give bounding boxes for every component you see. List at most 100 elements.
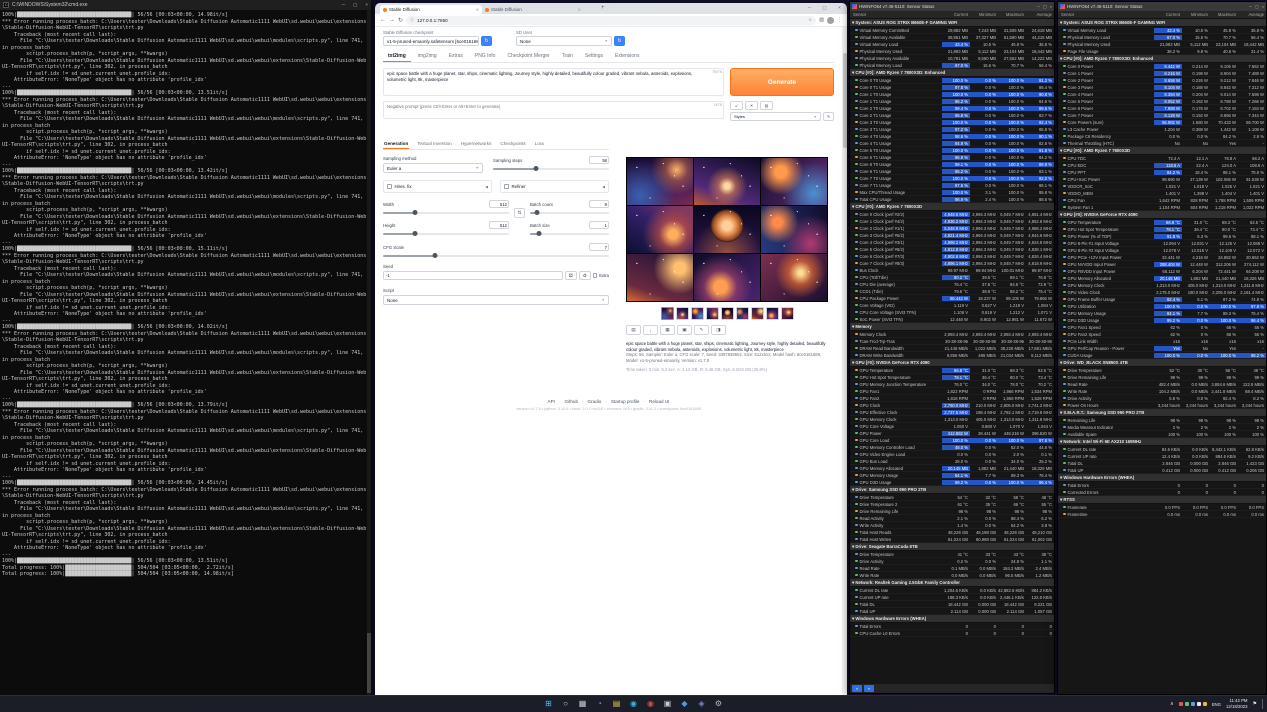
sensor-row[interactable]: Total Errors 0 0 0 0 bbox=[850, 623, 1054, 630]
sensor-row[interactable]: Core 1 Clock (perf #4/2) 4,936.2 MHz 2,994… bbox=[850, 218, 1054, 225]
tray-app-icon[interactable] bbox=[1190, 702, 1195, 706]
sensor-row[interactable]: Physical Memory Load 67.0 % 15.6 % 70.7 % 56… bbox=[1058, 34, 1266, 41]
sensor-section-header[interactable]: ▾ System: ASUS ROG STRIX B650E-F GAMING … bbox=[1058, 19, 1266, 27]
sensor-row[interactable]: Framerate 0.0 FPS 0.0 FPS 0.0 FPS 0.0 FPS bbox=[1058, 504, 1266, 511]
sensor-column-headers[interactable]: Sensor Current Minimum Maximum Average bbox=[850, 11, 1054, 19]
webui-tab[interactable]: Train bbox=[557, 51, 578, 62]
sensor-row[interactable]: GPU PCIe +12V Input Power 22.441 W 4.216 W… bbox=[1058, 254, 1266, 261]
hwinfo-minimize-button[interactable]: ─ bbox=[1037, 4, 1040, 9]
generated-image-cell[interactable] bbox=[761, 206, 827, 253]
sd-unet-dropdown[interactable]: None ▼ bbox=[516, 36, 612, 46]
width-value[interactable] bbox=[489, 200, 509, 208]
sensor-row[interactable]: Total Errors 0 0 0 0 bbox=[1058, 482, 1266, 489]
sensor-row[interactable]: Page File Usage 38.2 % 9.8 % 40.6 % 31.4 % bbox=[1058, 48, 1266, 55]
hwinfo-titlebar[interactable]: HWiNFO64 v7.46-5110: Sensor Status ─ ▢ × bbox=[850, 2, 1054, 11]
sensor-row[interactable]: Core 0 T1 Usage 97.8 % 0.0 % 100.0 % 86.4 % bbox=[850, 84, 1054, 91]
sensor-row[interactable]: GPU Core Voltage 1.050 V 0.880 V 1.070 V 1.0… bbox=[850, 423, 1054, 430]
webui-tab[interactable]: Extensions bbox=[610, 51, 644, 62]
new-tab-button[interactable]: + bbox=[601, 5, 605, 11]
sensor-row[interactable]: Total DL 2.846 GB 0.000 GB 2.846 GB 1.423 GB bbox=[1058, 460, 1266, 467]
height-slider[interactable] bbox=[383, 231, 509, 237]
sensor-section-header[interactable]: ▾ GPU [#0]: NVIDIA GeForce RTX 4090 bbox=[850, 359, 1054, 367]
sensor-row[interactable]: GPU Utilization 100.0 % 0.0 % 100.0 % 97.8 % bbox=[1058, 303, 1266, 310]
sensor-section-header[interactable]: ▾ CPU [#0]: AMD Ryzen 7 7800X3D bbox=[850, 203, 1054, 211]
generated-image-cell[interactable] bbox=[694, 254, 760, 301]
sensor-row[interactable]: Total Host Reads 48,226 GB 48,198 GB 48,226… bbox=[850, 529, 1054, 536]
batch-count-value[interactable] bbox=[589, 200, 609, 208]
sensor-row[interactable]: CPU EDC 118.6 A 22.4 A 124.0 A 108.8 A bbox=[1058, 162, 1266, 169]
sensor-row[interactable]: Core 7 T1 Usage 97.5 % 0.0 % 100.0 % 86.1 % bbox=[850, 182, 1054, 189]
sensor-row[interactable]: GPU 8-Pin #2 Input Voltage 12.078 V 12.016… bbox=[1058, 247, 1266, 254]
sensor-row[interactable]: GPU FBVDD Input Power 68.112 W 6.204 W 72.4… bbox=[1058, 268, 1266, 275]
sensor-row[interactable]: Tcas-Trcd-Trp-Tras 30-38-38-96 30-38-38-96… bbox=[850, 338, 1054, 345]
sensor-section-header[interactable]: ▾ Network: Intel Wi-Fi 6E AX210 160MHz bbox=[1058, 438, 1266, 446]
open-folder-button[interactable]: ▤ bbox=[626, 325, 641, 335]
sensor-row[interactable]: Frametime 0.0 ms 0.0 ms 0.0 ms 0.0 ms bbox=[1058, 511, 1266, 518]
send-to-img2img-button[interactable]: ▣ bbox=[677, 325, 692, 335]
sensor-row[interactable]: Total Host Writes 61,024 GB 60,988 GB 61,02… bbox=[850, 536, 1054, 543]
height-value[interactable] bbox=[489, 221, 509, 229]
browser-close-button[interactable]: × bbox=[832, 3, 847, 12]
terminal-maximize-button[interactable]: ▢ bbox=[353, 2, 357, 8]
sensor-row[interactable]: Bus Clock 99.97 MHz 99.94 MHz 100.01 MHz 99.… bbox=[850, 267, 1054, 274]
sensor-row[interactable]: Core 3 Power 8.104 W 0.188 W 8.842 W 7.312 W bbox=[1058, 84, 1266, 91]
extra-seed-checkbox[interactable] bbox=[592, 273, 598, 278]
sensor-row[interactable]: GPU Temperature 66.8 °C 31.0 °C 68.3 °C 62.5… bbox=[850, 367, 1054, 374]
chrome-button[interactable]: ◉ bbox=[644, 698, 657, 711]
sensor-row[interactable]: GPU Memory Clock 1,313.0 MHz 405.0 MHz 1,31… bbox=[1058, 282, 1266, 289]
show-desktop-button[interactable] bbox=[1262, 699, 1264, 709]
sensor-row[interactable]: Drive Activity 6.8 % 0.0 % 92.4 % 8.2 % bbox=[1058, 395, 1266, 402]
refresh-icon[interactable]: ↻ bbox=[398, 17, 403, 24]
sensor-row[interactable]: L3 Cache Power 1.204 W 0.388 W 1.442 W 1.108… bbox=[1058, 126, 1266, 133]
sampling-steps-value[interactable] bbox=[589, 156, 609, 164]
sensor-row[interactable]: Core Powers (sum) 65.982 W 1.580 W 70.433 W… bbox=[1058, 119, 1266, 126]
expand-all-button[interactable]: » bbox=[852, 685, 862, 692]
reuse-seed-button[interactable]: ♻ bbox=[578, 271, 591, 280]
sensor-row[interactable]: Core 3 T0 Usage 100.0 % 0.0 % 100.0 % 92.4 % bbox=[850, 119, 1054, 126]
sensor-row[interactable]: DRAM Write Bandwidth 9,856 MB/s 486 MB/s 21… bbox=[850, 352, 1054, 359]
sensor-row[interactable]: Read Rate 0.1 MB/s 0.0 MB/s 184.2 MB/s 2.4 M… bbox=[850, 565, 1054, 572]
hwinfo-titlebar[interactable]: HWiNFO64 v7.46-5110: Sensor Status ─ ▢ × bbox=[1058, 2, 1266, 11]
sensor-row[interactable]: CPU Package Power 86.442 W 18.237 W 89.105 … bbox=[850, 295, 1054, 302]
sensor-row[interactable]: Core 3 T1 Usage 97.2 % 0.0 % 100.0 % 85.8 % bbox=[850, 126, 1054, 133]
sensor-row[interactable]: GPU 8-Pin #1 Input Voltage 12.094 V 12.031… bbox=[1058, 240, 1266, 247]
file-explorer-button[interactable]: ▤ bbox=[610, 698, 623, 711]
webui-tab[interactable]: Checkpoint Merger bbox=[502, 51, 554, 62]
sensor-row[interactable]: Drive Temperature 41 °C 33 °C 43 °C 38 °C bbox=[850, 551, 1054, 558]
start-button[interactable]: ⊞ bbox=[542, 698, 555, 711]
sensor-row[interactable]: Drive Temperature 2 61 °C 35 °C 66 °C 55 °C bbox=[850, 501, 1054, 508]
sensor-list[interactable]: ▾ System: ASUS ROG STRIX B650E-F GAMING … bbox=[850, 19, 1054, 684]
site-info-icon[interactable]: ⓘ bbox=[410, 17, 414, 23]
sensor-section-header[interactable]: ▾ Drive: WD_BLACK SN850X 4TB bbox=[1058, 359, 1266, 367]
search-button[interactable]: ○ bbox=[559, 698, 572, 711]
browser-tab[interactable]: Stable Diffusion ✕ bbox=[482, 5, 584, 14]
sensor-section-header[interactable]: ▾ CPU [#0]: AMD Ryzen 7 7800X3D bbox=[1058, 147, 1266, 155]
sensor-row[interactable]: CPU Die (average) 76.4 °C 37.8 °C 84.6 °C 72… bbox=[850, 281, 1054, 288]
webui-tab[interactable]: Settings bbox=[580, 51, 608, 62]
sensor-section-header[interactable]: ▾ System: ASUS ROG STRIX B650E-F GAMING … bbox=[850, 19, 1054, 27]
sensor-row[interactable]: CPU Core Voltage (SVI3 TFN) 1.106 V 0.619 … bbox=[850, 309, 1054, 316]
sensor-row[interactable]: DRAM Read Bandwidth 21,448 MB/s 1,022 MB/s… bbox=[850, 345, 1054, 352]
sensor-section-header[interactable]: ▾ CPU [#0]: AMD Ryzen 7 7800X3D: Enhance… bbox=[850, 69, 1054, 77]
sensor-row[interactable]: Core 0 Power 8.442 W 0.214 W 9.105 W 7.662 W bbox=[1058, 63, 1266, 70]
sensor-row[interactable]: GPU D3D Usage 99.2 % 0.0 % 100.0 % 96.4 % bbox=[850, 479, 1054, 486]
tray-overflow-icon[interactable]: ∧ bbox=[1170, 701, 1174, 707]
generated-image-cell[interactable] bbox=[627, 158, 693, 205]
checkpoint-dropdown[interactable]: v1-5-pruned-emaonly.safetensors [6ce0161… bbox=[383, 36, 479, 46]
sensor-row[interactable]: GPU Core Load 100.0 % 0.0 % 100.0 % 97.8 % bbox=[850, 437, 1054, 444]
sensor-row[interactable]: CUDA Usage 100.0 % 0.0 % 100.0 % 98.2 % bbox=[1058, 352, 1266, 359]
sensor-row[interactable]: CPU (Tctl/Tdie) 80.2 °C 39.5 °C 89.1 °C 76.8… bbox=[850, 274, 1054, 281]
sensor-row[interactable]: Core 1 T0 Usage 100.0 % 0.0 % 100.0 % 90.8 % bbox=[850, 91, 1054, 98]
hwinfo-close-button[interactable]: × bbox=[1262, 4, 1264, 9]
sensor-row[interactable]: GPU Power 412.882 W 28.441 W 448.216 W 396.5… bbox=[850, 430, 1054, 437]
generation-tab[interactable]: Checkpoints bbox=[499, 139, 526, 149]
tab-close-icon[interactable]: ✕ bbox=[476, 7, 479, 12]
sensor-section-header[interactable]: ▾ Windows Hardware Errors (WHEA) bbox=[1058, 474, 1266, 482]
batch-size-slider[interactable] bbox=[530, 231, 609, 237]
refiner-toggle[interactable]: Refiner ◀ bbox=[500, 180, 609, 193]
sensor-section-header[interactable]: ▾ Network: Realtek Gaming 2.5GbE Family … bbox=[850, 579, 1054, 587]
styles-dropdown[interactable]: Styles ▼ bbox=[730, 112, 821, 121]
webui-tab[interactable]: txt2img bbox=[383, 51, 411, 62]
footer-link[interactable]: Reload UI bbox=[649, 399, 669, 404]
seed-input[interactable] bbox=[383, 271, 563, 280]
